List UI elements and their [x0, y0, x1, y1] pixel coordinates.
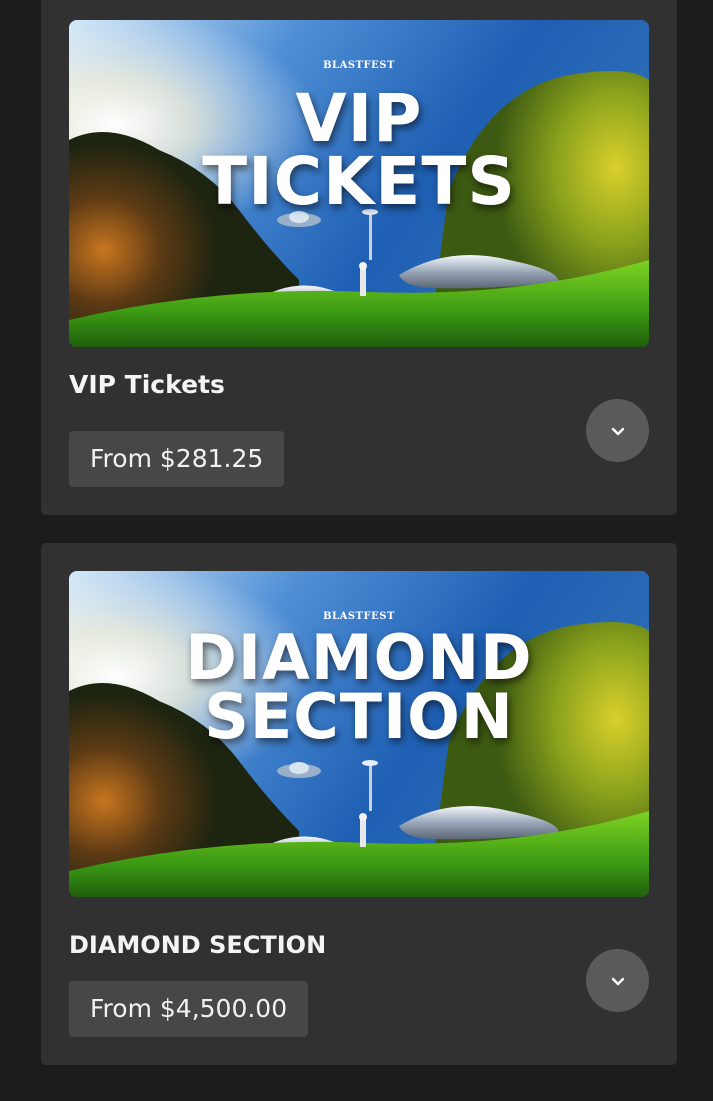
ticket-price: From $281.25: [69, 431, 285, 487]
banner-headline-line: SECTION: [204, 679, 514, 753]
banner-headline-line: TICKETS: [202, 142, 516, 220]
chevron-down-icon: [611, 977, 624, 985]
chevron-down-icon: [611, 427, 624, 435]
ticket-name: VIP Tickets: [69, 370, 225, 399]
banner-headline: VIP TICKETS: [69, 80, 649, 220]
expand-ticket-button[interactable]: [586, 949, 649, 1012]
ticket-card-diamond: BLASTFEST DIAMOND SECTION DIAMOND SECTIO…: [41, 543, 677, 1065]
ticket-price: From $4,500.00: [69, 981, 309, 1037]
ticket-card-vip: BLASTFEST VIP TICKETS VIP Tickets From $…: [41, 0, 677, 515]
ticket-banner-image: BLASTFEST DIAMOND SECTION: [69, 571, 649, 897]
ticket-name: DIAMOND SECTION: [69, 931, 327, 959]
banner-headline: DIAMOND SECTION: [69, 627, 649, 753]
festival-brand-logo: BLASTFEST: [323, 60, 395, 71]
banner-headline-line: VIP: [295, 80, 423, 157]
ticket-banner-image: BLASTFEST VIP TICKETS: [69, 20, 649, 347]
expand-ticket-button[interactable]: [586, 399, 649, 462]
